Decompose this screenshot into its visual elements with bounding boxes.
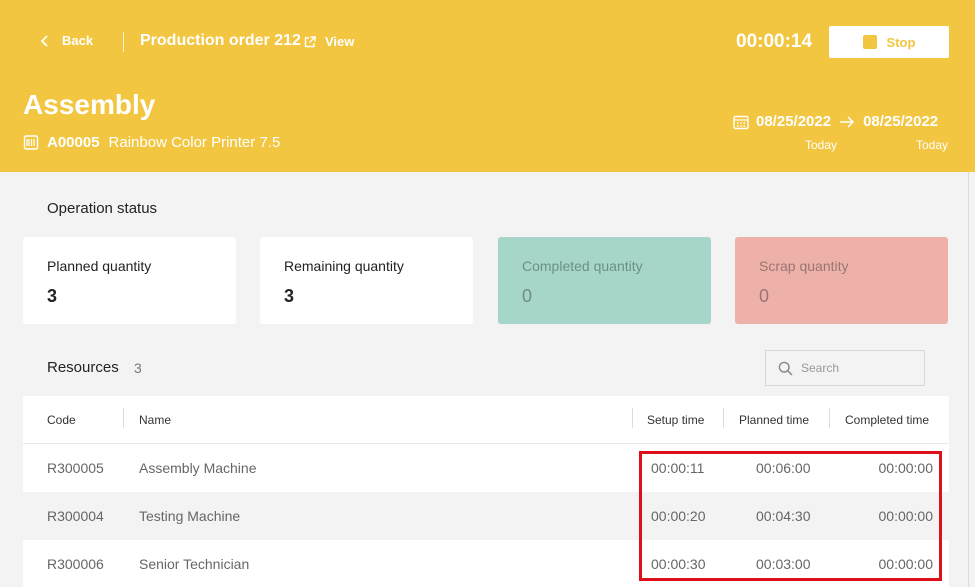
arrow-right-icon	[840, 115, 855, 128]
chevron-left-icon	[40, 34, 48, 47]
cell-name: Senior Technician	[139, 556, 250, 572]
card-value: 3	[284, 286, 295, 306]
production-order-title: Production order 212	[140, 32, 301, 49]
elapsed-timer: 00:00:14	[736, 31, 813, 52]
card-value: 0	[759, 286, 770, 306]
end-date-caption: Today	[916, 138, 949, 152]
card-value: 0	[522, 286, 533, 306]
column-divider	[632, 408, 633, 428]
resources-table: Code Name Setup time Planned time Comple…	[23, 396, 949, 587]
operation-title: Assembly	[23, 89, 156, 120]
table-row[interactable]: R300006 Senior Technician 00:00:30 00:03…	[23, 540, 949, 587]
external-link-icon	[304, 35, 316, 47]
start-date-caption: Today	[805, 138, 838, 152]
barcode-icon	[23, 135, 39, 150]
back-button[interactable]: Back	[40, 33, 93, 48]
table-row[interactable]: R300004 Testing Machine 00:00:20 00:04:3…	[23, 492, 949, 540]
view-label: View	[325, 34, 355, 49]
table-row[interactable]: R300005 Assembly Machine 00:00:11 00:06:…	[23, 444, 949, 492]
date-range: 08/25/2022 08/25/2022	[733, 113, 938, 130]
search-icon	[778, 361, 793, 376]
cell-setup-time: 00:00:11	[651, 460, 705, 476]
scrollbar[interactable]	[968, 172, 975, 587]
stop-button[interactable]: Stop	[829, 26, 949, 58]
stop-label: Stop	[886, 34, 916, 50]
product-name: Rainbow Color Printer 7.5	[108, 134, 281, 151]
stop-icon	[862, 35, 877, 49]
search-input[interactable]	[801, 361, 911, 375]
cell-planned-time: 00:06:00	[756, 460, 811, 476]
column-header-code[interactable]: Code	[47, 413, 76, 427]
start-date: 08/25/2022	[756, 113, 832, 130]
cell-setup-time: 00:00:20	[651, 508, 706, 524]
product-info: A00005 Rainbow Color Printer 7.5	[23, 134, 280, 151]
resources-count: 3	[134, 360, 142, 376]
column-divider	[829, 408, 830, 428]
column-header-planned-time[interactable]: Planned time	[739, 413, 809, 427]
header-divider	[123, 32, 124, 52]
operation-status-title: Operation status	[47, 200, 158, 217]
card-label: Planned quantity	[47, 258, 152, 274]
card-value: 3	[47, 286, 58, 306]
scrap-quantity-card[interactable]: Scrap quantity 0	[735, 237, 948, 324]
completed-quantity-card[interactable]: Completed quantity 0	[498, 237, 711, 324]
cell-planned-time: 00:04:30	[756, 508, 811, 524]
remaining-quantity-card: Remaining quantity 3	[260, 237, 473, 324]
column-header-completed-time[interactable]: Completed time	[845, 413, 929, 427]
cell-code: R300004	[47, 508, 104, 524]
search-box[interactable]	[765, 350, 925, 386]
end-date: 08/25/2022	[863, 113, 939, 130]
cell-code: R300006	[47, 556, 104, 572]
cell-completed-time: 00:00:00	[878, 460, 934, 476]
card-label: Completed quantity	[522, 258, 643, 274]
header-bar: Back Production order 212 View 00:00:14 …	[0, 0, 975, 172]
cell-completed-time: 00:00:00	[878, 556, 934, 572]
cell-name: Testing Machine	[139, 508, 241, 524]
column-divider	[723, 408, 724, 428]
cell-setup-time: 00:00:30	[651, 556, 706, 572]
back-label: Back	[62, 33, 94, 48]
view-link[interactable]: View	[304, 34, 354, 49]
cell-completed-time: 00:00:00	[878, 508, 934, 524]
card-label: Scrap quantity	[759, 258, 849, 274]
column-header-name[interactable]: Name	[139, 413, 171, 427]
column-header-setup-time[interactable]: Setup time	[647, 413, 704, 427]
calendar-icon	[733, 115, 749, 129]
column-divider	[123, 408, 124, 428]
cell-planned-time: 00:03:00	[756, 556, 811, 572]
card-label: Remaining quantity	[284, 258, 404, 274]
resources-title: Resources	[47, 359, 119, 376]
planned-quantity-card: Planned quantity 3	[23, 237, 236, 324]
cell-name: Assembly Machine	[139, 460, 257, 476]
cell-code: R300005	[47, 460, 104, 476]
product-code: A00005	[47, 134, 100, 151]
